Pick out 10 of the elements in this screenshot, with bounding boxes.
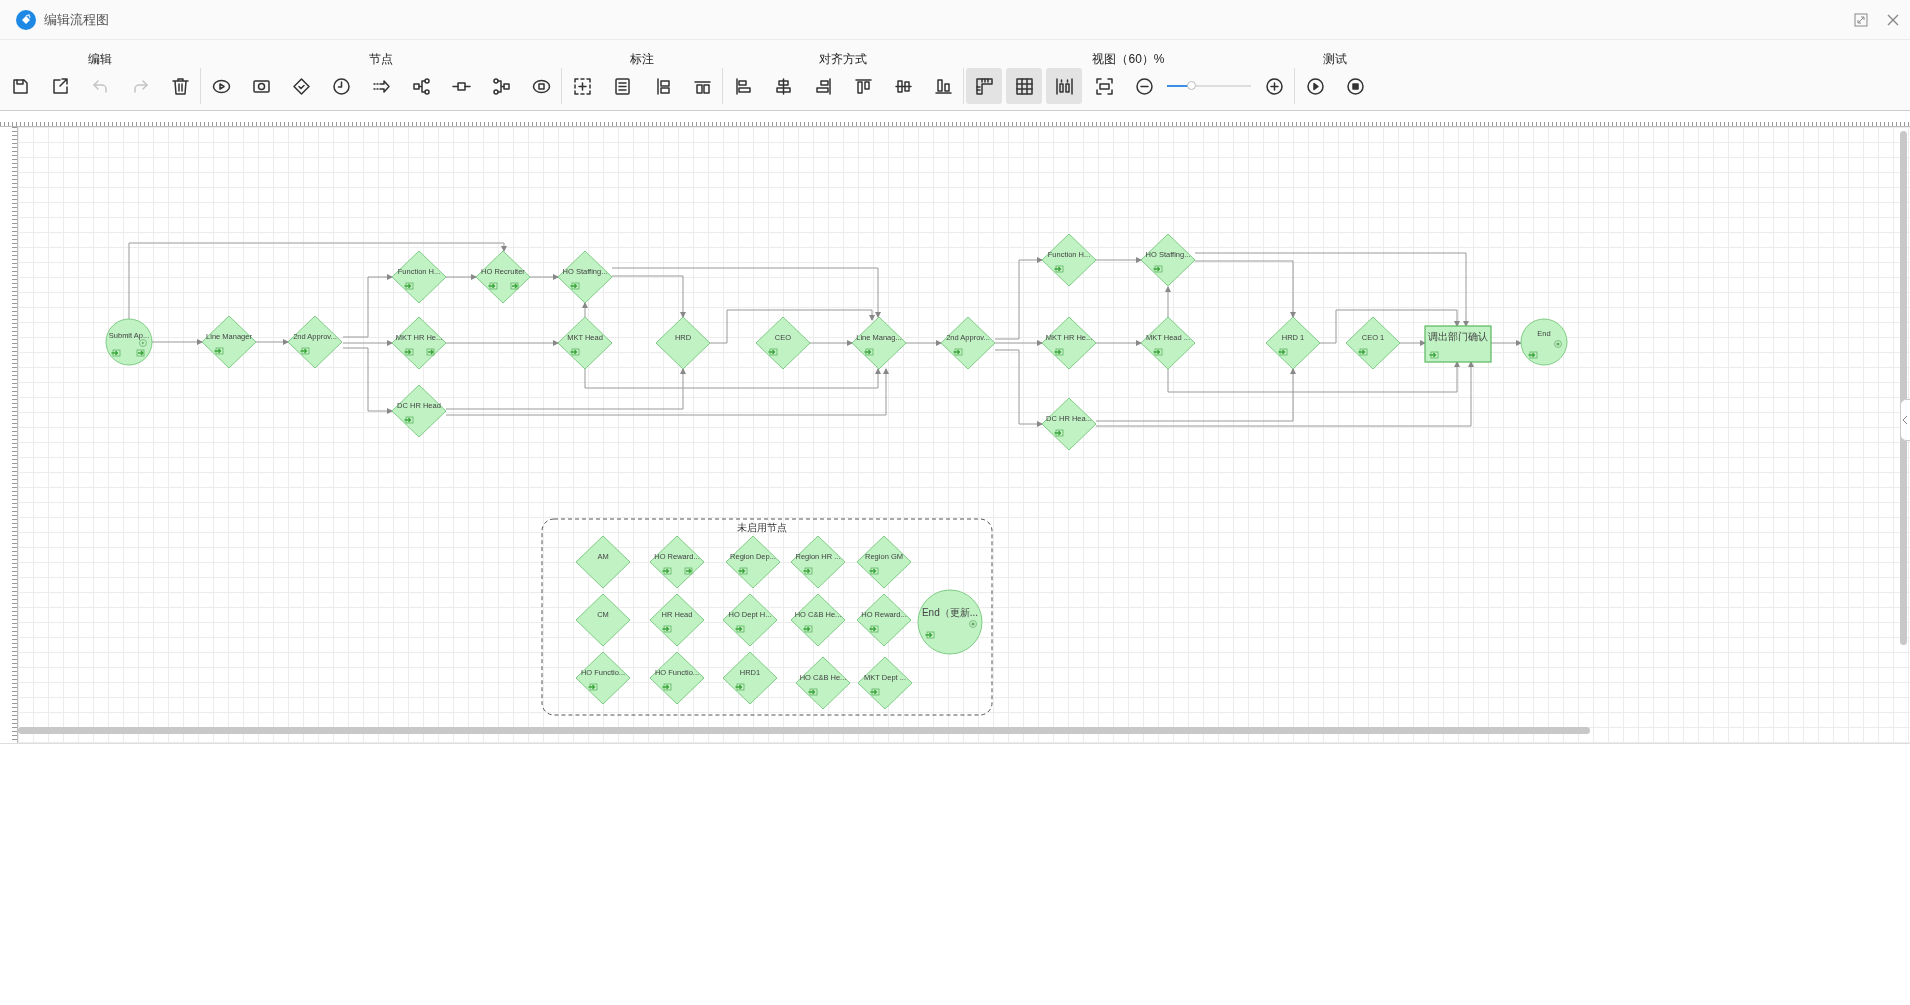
node-label: 调出部门确认 xyxy=(1428,331,1488,342)
window-title: 编辑流程图 xyxy=(44,10,109,29)
toolbar-group-label: 对齐方式 xyxy=(818,51,867,68)
node-label: End（更新... xyxy=(921,607,979,618)
group-title: 未启用节点 xyxy=(737,522,787,533)
toolbar-group-label: 视图（60）% xyxy=(1092,51,1165,68)
toolbar-group-label: 编辑 xyxy=(88,51,112,68)
toolbar-group-label: 节点 xyxy=(368,51,393,68)
toolbar-group-label: 测试 xyxy=(1322,51,1347,68)
toolbar-group-label: 标注 xyxy=(629,51,654,68)
